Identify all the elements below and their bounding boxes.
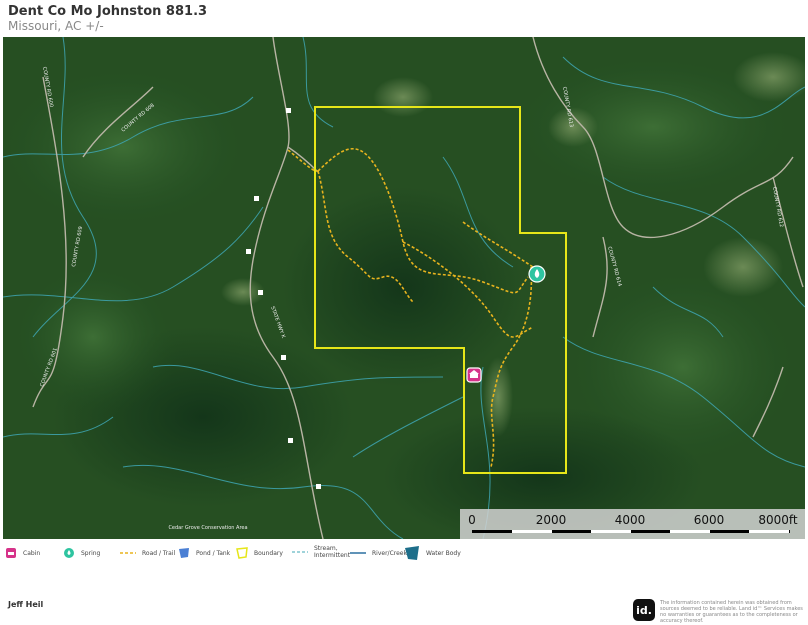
landid-logo: id. [633,599,655,621]
scale-label-4000: 4000 [614,513,646,527]
legend-pond-tank: Pond / Tank [178,547,230,559]
map-title: Dent Co Mo Johnston 881.3 [8,4,208,19]
spring-icon [64,548,74,558]
legend-water-body: Water Body [404,545,461,561]
legend-spring: Spring [63,547,100,559]
disclaimer-text: The information contained herein was obt… [660,600,803,624]
aerial-map[interactable]: COUNTY RD 600 COUNTY RD 608 COUNTY RD 60… [3,37,805,539]
conservation-area-label: Cedar Grove Conservation Area [168,525,247,531]
agent-name: Jeff Heil [8,600,44,609]
water-body-icon [405,546,419,560]
cabin-marker[interactable] [466,367,482,383]
road-trail-icon [120,552,136,554]
map-subtitle: Missouri, AC +/- [8,19,104,33]
scale-label-2000: 2000 [535,513,567,527]
spring-marker[interactable] [528,265,546,283]
legend-cabin: Cabin [5,547,40,559]
legend-river-creek: River/Creek [350,547,407,559]
scale-bar-box: 0 2000 4000 6000 8000ft [460,509,805,539]
scale-label-8000: 8000ft [758,513,798,527]
river-creek-icon [350,552,366,554]
stream-intermittent-icon [292,551,308,553]
legend-stream-intermittent: Stream, Intermittent [292,545,354,559]
scale-label-0: 0 [468,513,476,527]
legend-boundary: Boundary [236,547,283,559]
scale-label-6000: 6000 [693,513,725,527]
boundary-icon [236,547,248,559]
cabin-icon [6,548,16,558]
pond-tank-icon [179,548,189,558]
map-legend: Cabin Spring Road / Trail Pond / Tank Bo… [0,543,808,567]
scale-bar [472,530,790,533]
legend-road-trail: Road / Trail [120,547,175,559]
